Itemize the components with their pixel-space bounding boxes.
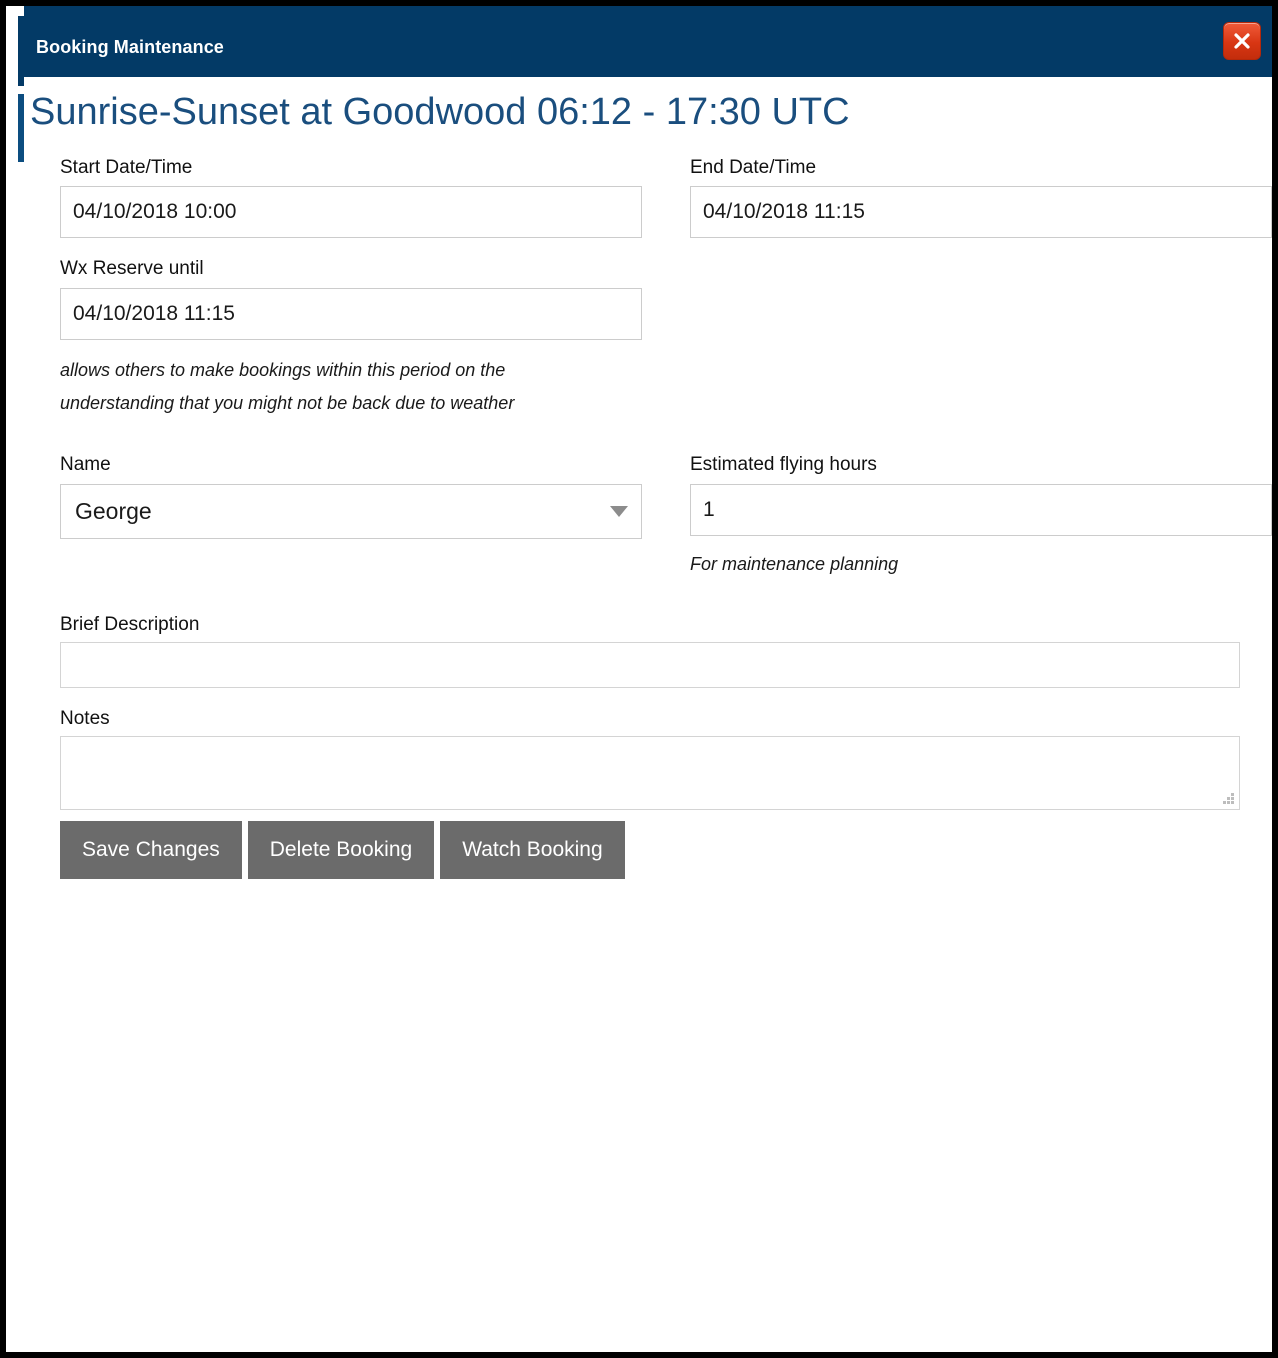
estimated-hours-hint: For maintenance planning [690,553,899,574]
dialog-title: Booking Maintenance [36,37,224,57]
close-icon[interactable] [1223,22,1261,60]
delete-booking-button[interactable]: Delete Booking [247,821,435,880]
name-label: Name [60,453,111,475]
booking-form: Start Date/Time End Date/Time Wx Reserve… [24,135,1272,880]
form-row-dates: Start Date/Time End Date/Time [60,157,1272,239]
estimated-hours-input[interactable] [690,483,1272,536]
booking-maintenance-dialog: Booking Maintenance Sunrise-Sunset at Go… [24,6,1272,1352]
page-title: Sunrise-Sunset at Goodwood 06:12 - 17:30… [30,91,850,133]
wx-reserve-hint-line1: allows others to make bookings within th… [60,360,506,381]
wx-reserve-hint: allows others to make bookings within th… [60,354,620,420]
start-datetime-label: Start Date/Time [60,156,193,178]
form-row-wx-reserve: Wx Reserve until allows others to make b… [60,258,1240,419]
resize-grip-icon[interactable] [1221,791,1235,805]
start-datetime-input[interactable] [60,186,642,239]
form-action-buttons: Save Changes Delete Booking Watch Bookin… [60,821,1240,880]
end-datetime-label: End Date/Time [690,156,817,178]
wx-reserve-input[interactable] [60,288,642,341]
wx-reserve-spacer-column [690,258,1272,419]
save-changes-button[interactable]: Save Changes [60,821,242,880]
estimated-hours-group: Estimated flying hours For maintenance p… [690,454,1272,581]
watch-booking-button[interactable]: Watch Booking [440,821,625,880]
name-select[interactable]: George [60,483,642,539]
brief-description-input[interactable] [60,642,1240,689]
notes-textarea[interactable] [60,736,1240,811]
end-datetime-group: End Date/Time [690,157,1272,239]
notes-field-wrapper [60,736,1240,811]
estimated-hours-label: Estimated flying hours [690,453,877,475]
name-group: Name George [60,454,642,581]
form-row-name-hours: Name George Estimated flying hours For m… [60,454,1272,581]
dialog-titlebar: Booking Maintenance [24,6,1272,77]
start-datetime-group: Start Date/Time [60,157,642,239]
wx-reserve-hint-line2: understanding that you might not be back… [60,393,515,414]
name-select-value[interactable]: George [60,483,642,539]
notes-label: Notes [60,708,110,730]
end-datetime-input[interactable] [690,186,1272,239]
wx-reserve-label: Wx Reserve until [60,258,204,280]
wx-reserve-group: Wx Reserve until allows others to make b… [60,258,642,419]
screenshot-root: Booking Maintenance Sunrise-Sunset at Go… [0,0,1278,1358]
brief-description-label: Brief Description [60,614,200,636]
